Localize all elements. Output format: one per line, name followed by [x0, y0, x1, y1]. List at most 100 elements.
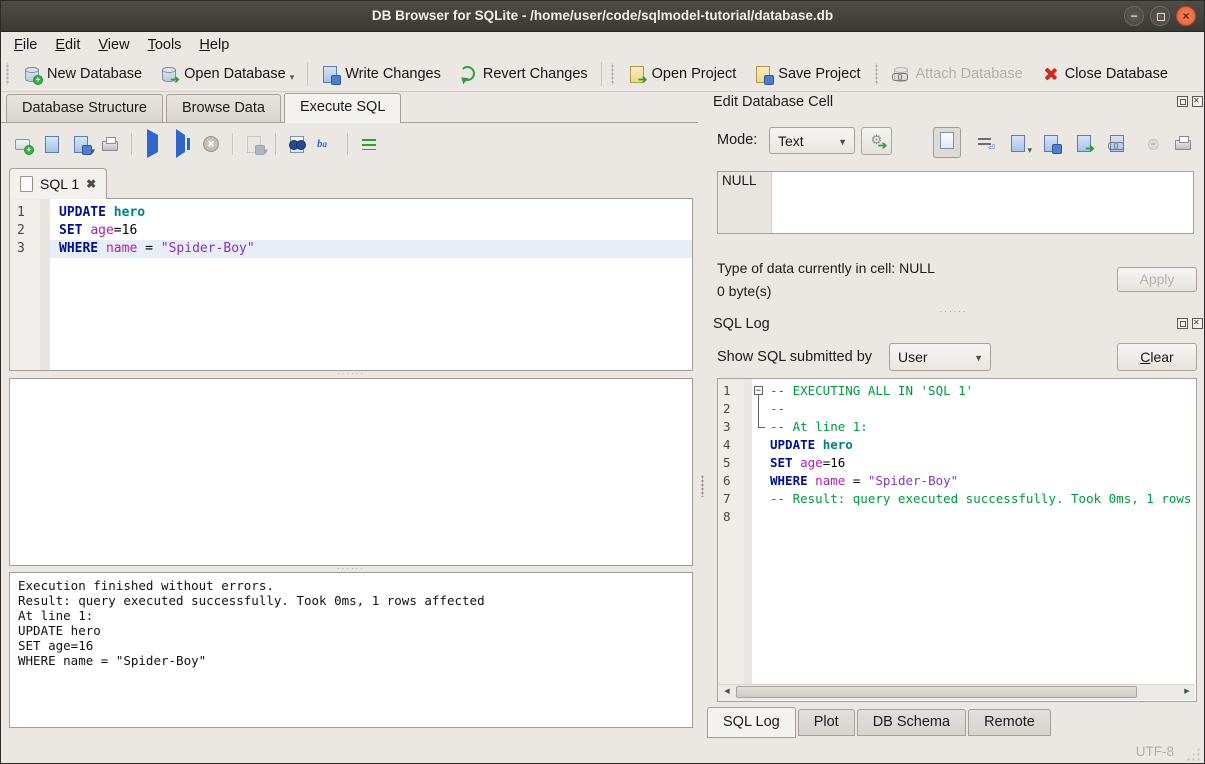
toolbar-drag-handle[interactable] — [873, 63, 880, 85]
apply-button[interactable]: Apply — [1117, 267, 1197, 292]
open-in-app-icon[interactable] — [1108, 134, 1126, 152]
tab-db-schema[interactable]: DB Schema — [857, 709, 966, 736]
toolbar-drag-handle[interactable] — [609, 63, 616, 85]
find-icon[interactable] — [288, 135, 306, 153]
format-sql-icon[interactable] — [360, 135, 378, 153]
close-database-icon — [1041, 65, 1059, 83]
tab-execute-sql[interactable]: Execute SQL — [284, 93, 401, 123]
open-database-button[interactable]: ➔ Open Database▾ — [151, 62, 303, 86]
menu-view[interactable]: View — [89, 34, 138, 56]
code-line: 4UPDATE hero — [718, 436, 1196, 454]
float-dock-icon[interactable] — [1177, 318, 1188, 329]
line-number: 4 — [718, 436, 744, 454]
open-project-icon: ➔ — [628, 65, 646, 83]
execute-current-line-icon[interactable] — [173, 135, 191, 153]
code-line: 7-- Result: query executed successfully.… — [718, 490, 1196, 508]
splitter-docks[interactable]: ······ — [707, 307, 1200, 316]
text-document-icon — [938, 131, 956, 149]
scroll-left-icon[interactable]: ◀ — [719, 685, 735, 699]
revert-changes-button[interactable]: Revert Changes — [450, 62, 597, 86]
chevron-down-icon: ▼ — [838, 137, 847, 147]
menu-help[interactable]: Help — [190, 34, 238, 56]
scrollbar-thumb[interactable] — [736, 686, 1137, 698]
toolbar-separator — [347, 133, 348, 155]
tab-sql-log[interactable]: SQL Log — [707, 707, 796, 738]
cell-editor[interactable]: NULL — [717, 171, 1194, 234]
line-number: 3 — [10, 240, 40, 258]
write-changes-icon — [321, 65, 339, 83]
close-sql-tab-icon[interactable]: ✖ — [86, 177, 96, 191]
tab-browse-data[interactable]: Browse Data — [166, 94, 281, 122]
line-number: 1 — [10, 204, 40, 222]
fold-margin — [752, 400, 768, 418]
menu-edit[interactable]: Edit — [46, 34, 89, 56]
splitter-editor-results[interactable]: ······ — [9, 371, 693, 376]
new-database-icon: + — [23, 65, 41, 83]
toolbar-drag-handle[interactable] — [4, 63, 11, 85]
copy-cell-icon[interactable]: ➔ — [1075, 134, 1093, 152]
code-line: 3-- At line 1: — [718, 418, 1196, 436]
edit-cell-title: Edit Database Cell — [713, 94, 833, 110]
fold-margin — [752, 472, 768, 490]
text-mode-toggle[interactable] — [933, 127, 961, 158]
menu-file[interactable]: File — [5, 34, 46, 56]
sql-document-tab[interactable]: SQL 1 ✖ — [9, 168, 107, 199]
save-results-icon[interactable]: ▾ — [245, 135, 263, 153]
auto-apply-button[interactable]: ⚙➔ — [861, 127, 892, 155]
save-project-icon — [754, 65, 772, 83]
print-cell-icon[interactable] — [1174, 134, 1192, 152]
clear-log-button[interactable]: Clear — [1117, 343, 1197, 371]
scroll-right-icon[interactable]: ▶ — [1179, 685, 1195, 699]
code-line: 2SET age=16 — [10, 222, 692, 240]
mode-combobox[interactable]: Text ▼ — [769, 127, 855, 154]
export-cell-data-icon[interactable] — [1042, 134, 1060, 152]
attach-database-button[interactable]: Attach Database — [883, 62, 1032, 86]
stop-execution-icon[interactable]: ✕ — [202, 135, 220, 153]
import-cell-data-icon[interactable]: ▾ — [1009, 134, 1027, 152]
fold-margin — [752, 490, 768, 508]
splitter-main-vertical[interactable] — [699, 123, 706, 736]
line-number: 6 — [718, 472, 744, 490]
line-number: 2 — [718, 400, 744, 418]
word-wrap-icon[interactable] — [976, 134, 994, 152]
close-dock-icon[interactable] — [1192, 318, 1203, 329]
code-line: 8 — [718, 508, 1196, 526]
maximize-button[interactable] — [1150, 6, 1170, 26]
sql-log-view[interactable]: 1-- EXECUTING ALL IN 'SQL 1'2--3-- At li… — [717, 378, 1197, 702]
menu-tools[interactable]: Tools — [139, 34, 191, 56]
save-sql-file-icon[interactable]: ▾ — [72, 135, 90, 153]
new-sql-tab-icon[interactable]: + — [14, 135, 32, 153]
sql-document-tab-label: SQL 1 — [40, 176, 79, 192]
open-project-button[interactable]: ➔ Open Project — [619, 62, 746, 86]
save-project-button[interactable]: Save Project — [745, 62, 869, 86]
tab-plot[interactable]: Plot — [798, 709, 855, 736]
close-database-button[interactable]: Close Database — [1032, 62, 1177, 86]
set-null-icon[interactable] — [1141, 134, 1159, 152]
tab-database-structure[interactable]: Database Structure — [6, 94, 163, 122]
minimize-button[interactable]: − — [1124, 6, 1144, 26]
new-database-button[interactable]: + New Database — [14, 62, 151, 86]
splitter-results-message[interactable]: ······ — [9, 566, 693, 571]
execute-sql-icon[interactable] — [144, 135, 162, 153]
open-sql-file-icon[interactable] — [43, 135, 61, 153]
encoding-label: UTF-8 — [1136, 744, 1174, 759]
attach-database-icon — [892, 65, 910, 83]
fold-margin — [752, 454, 768, 472]
line-number: 2 — [10, 222, 40, 240]
tab-remote[interactable]: Remote — [968, 709, 1051, 736]
sql-editor-toolbar: + ▾ ✕ ▾ ba — [14, 133, 378, 155]
open-database-dropdown-icon[interactable]: ▾ — [290, 72, 295, 83]
write-changes-button[interactable]: Write Changes — [312, 62, 450, 86]
print-icon[interactable] — [101, 135, 119, 153]
bottom-tab-strip: SQL LogPlotDB SchemaRemote — [707, 709, 1053, 738]
find-replace-icon[interactable]: ba — [317, 135, 335, 153]
title-bar[interactable]: DB Browser for SQLite - /home/user/code/… — [1, 1, 1204, 32]
resize-grip[interactable] — [1186, 747, 1200, 761]
fold-collapse-icon[interactable] — [752, 382, 768, 400]
close-dock-icon[interactable] — [1192, 96, 1203, 107]
log-filter-combobox[interactable]: User ▼ — [889, 343, 991, 371]
log-horizontal-scrollbar[interactable]: ◀ ▶ — [719, 684, 1195, 700]
close-button[interactable]: × — [1176, 6, 1196, 26]
sql-editor[interactable]: 1UPDATE hero2SET age=163WHERE name = "Sp… — [9, 198, 693, 371]
float-dock-icon[interactable] — [1177, 96, 1188, 107]
